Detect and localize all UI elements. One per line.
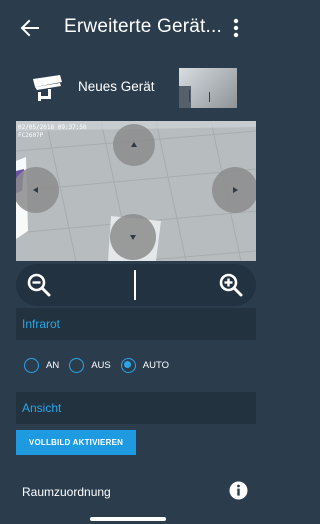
- device-name: Neues Gerät: [78, 79, 155, 94]
- pan-down-button[interactable]: [110, 214, 156, 260]
- camera-view[interactable]: 02/05/2018 09:37:50 FC2607P: [16, 121, 256, 261]
- zoom-bar: [16, 264, 256, 306]
- room-assignment-row[interactable]: Raumzuordnung: [0, 474, 256, 508]
- infrared-section-header: Infrarot: [16, 308, 256, 340]
- more-vertical-icon[interactable]: [226, 16, 246, 40]
- home-indicator[interactable]: [90, 517, 166, 521]
- radio-option-auto[interactable]: AUTO: [120, 357, 169, 373]
- camera-id: FC2607P: [18, 132, 44, 139]
- caret-right-icon: [233, 187, 238, 193]
- zoom-in-icon[interactable]: [218, 272, 244, 298]
- device-row: Neues Gerät: [0, 64, 256, 112]
- pan-right-button[interactable]: [212, 167, 256, 213]
- fullscreen-button[interactable]: VOLLBILD AKTIVIEREN: [16, 430, 136, 455]
- caret-left-icon: [33, 187, 38, 193]
- zoom-out-icon[interactable]: [26, 272, 52, 298]
- camera-timestamp: 02/05/2018 09:37:50: [18, 124, 87, 131]
- pan-up-button[interactable]: [113, 124, 155, 166]
- radio-label-aus: AUS: [91, 359, 111, 371]
- radio-label-an: AN: [46, 359, 60, 371]
- zoom-slider[interactable]: [134, 270, 136, 300]
- radio-button[interactable]: [69, 357, 85, 373]
- radio-button-selected[interactable]: [120, 357, 136, 373]
- caret-down-icon: [130, 235, 136, 240]
- view-section-header: Ansicht: [16, 392, 256, 424]
- app-bar: Erweiterte Gerät...: [0, 0, 256, 56]
- radio-button[interactable]: [24, 357, 39, 373]
- radio-label-auto: AUTO: [142, 359, 169, 371]
- info-icon[interactable]: [229, 481, 248, 500]
- infrared-radio-group: AN AUS AUTO: [24, 356, 179, 374]
- screen: Erweiterte Gerät... Neues Gerät 02/05/20…: [0, 0, 256, 524]
- page-title: Erweiterte Gerät...: [64, 16, 222, 37]
- caret-up-icon: [131, 142, 137, 147]
- radio-option-aus[interactable]: AUS: [69, 357, 111, 373]
- arrow-left-icon[interactable]: [20, 18, 40, 38]
- camera-thumbnail[interactable]: [179, 68, 237, 108]
- radio-option-an[interactable]: AN: [24, 357, 60, 373]
- room-assignment-label: Raumzuordnung: [22, 485, 111, 499]
- camera-overlay-text: 02/05/2018 09:37:50 FC2607P: [18, 124, 87, 140]
- security-camera-icon: [33, 75, 62, 101]
